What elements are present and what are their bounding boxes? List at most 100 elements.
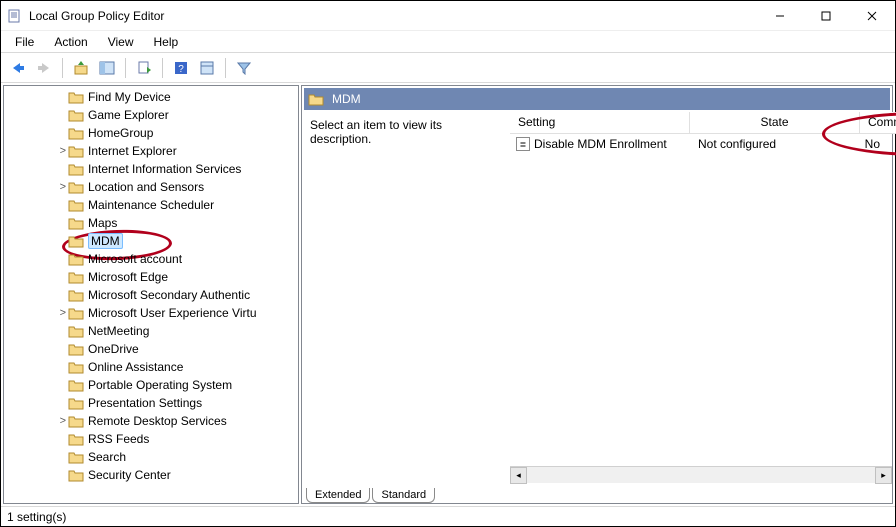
separator [62, 58, 63, 78]
tree-item-label: Microsoft Edge [88, 270, 168, 284]
tree-pane: Find My DeviceGame Explorer HomeGroup > Int… [3, 85, 299, 504]
view-tabs: Extended Standard [302, 483, 892, 503]
help-button[interactable]: ? [170, 57, 192, 79]
folder-icon [68, 288, 84, 302]
tree-item[interactable]: Internet Information Services [4, 160, 298, 178]
tree-item[interactable]: HomeGroup [4, 124, 298, 142]
expander-icon[interactable]: > [4, 181, 68, 193]
show-hide-tree-button[interactable] [96, 57, 118, 79]
tree-item-label: MDM [88, 233, 123, 249]
separator [162, 58, 163, 78]
menu-file[interactable]: File [5, 33, 44, 51]
forward-button[interactable] [33, 57, 55, 79]
maximize-button[interactable] [803, 1, 849, 31]
toolbar: ? [1, 53, 895, 83]
tree-item[interactable]: MDM [4, 232, 298, 250]
setting-comment: No [860, 137, 892, 151]
folder-icon [68, 450, 84, 464]
folder-icon [68, 270, 84, 284]
tree-item-label: Location and Sensors [88, 180, 204, 194]
folder-icon [68, 396, 84, 410]
main-area: Find My DeviceGame Explorer HomeGroup > Int… [1, 83, 895, 506]
folder-icon [68, 252, 84, 266]
settings-list: Setting State Comm ≣Disable MDM Enrollme… [510, 112, 892, 483]
menu-help[interactable]: Help [144, 33, 189, 51]
tree-item[interactable]: Microsoft Secondary Authentic [4, 286, 298, 304]
folder-icon [68, 234, 84, 248]
tree-item[interactable]: NetMeeting [4, 322, 298, 340]
back-button[interactable] [7, 57, 29, 79]
folder-icon [68, 126, 84, 140]
details-header-label: MDM [332, 92, 361, 106]
filter-button[interactable] [233, 57, 255, 79]
folder-icon [68, 198, 84, 212]
column-state[interactable]: State [690, 112, 860, 134]
column-setting[interactable]: Setting [510, 112, 690, 134]
folder-icon [68, 360, 84, 374]
folder-icon [68, 414, 84, 428]
tree-item-label: Portable Operating System [88, 378, 232, 392]
tree-item[interactable]: >Remote Desktop Services [4, 412, 298, 430]
tree-item[interactable]: Portable Operating System [4, 376, 298, 394]
scroll-left-button[interactable]: ◂ [510, 467, 527, 484]
tree-item[interactable]: Online Assistance [4, 358, 298, 376]
separator [225, 58, 226, 78]
tree-item[interactable]: > Internet Explorer [4, 142, 298, 160]
expander-icon[interactable]: > [4, 415, 68, 427]
setting-name: Disable MDM Enrollment [534, 137, 667, 151]
tree-item[interactable]: RSS Feeds [4, 430, 298, 448]
expander-icon[interactable]: > [4, 145, 68, 157]
tree-item[interactable]: Microsoft account [4, 250, 298, 268]
menu-view[interactable]: View [98, 33, 144, 51]
tree-item-label: Internet Information Services [88, 162, 241, 176]
tree-item[interactable]: Maps [4, 214, 298, 232]
tree-item[interactable]: Search [4, 448, 298, 466]
close-button[interactable] [849, 1, 895, 31]
tree-item-label: NetMeeting [88, 324, 149, 338]
folder-icon [68, 162, 84, 176]
properties-button[interactable] [196, 57, 218, 79]
tree-item[interactable]: > Microsoft User Experience Virtu [4, 304, 298, 322]
policy-icon: ≣ [516, 137, 530, 151]
folder-icon [68, 108, 84, 122]
tree-scrollable[interactable]: Find My DeviceGame Explorer HomeGroup > Int… [4, 86, 298, 503]
tab-extended[interactable]: Extended [306, 488, 370, 503]
separator [125, 58, 126, 78]
tree-item[interactable]: OneDrive [4, 340, 298, 358]
tree-item[interactable]: Find My Device [4, 88, 298, 106]
tree-item-label: HomeGroup [88, 126, 153, 140]
svg-text:?: ? [178, 64, 184, 75]
expander-icon[interactable]: > [4, 307, 68, 319]
folder-icon [68, 216, 84, 230]
folder-icon [68, 468, 84, 482]
folder-icon [68, 306, 84, 320]
up-level-button[interactable] [70, 57, 92, 79]
horizontal-scrollbar[interactable]: ◂ ▸ [510, 466, 892, 483]
tree-item-label: Microsoft User Experience Virtu [88, 306, 257, 320]
tree-item[interactable]: Security Center [4, 466, 298, 484]
tree-item[interactable]: > Location and Sensors [4, 178, 298, 196]
minimize-button[interactable] [757, 1, 803, 31]
menu-action[interactable]: Action [44, 33, 97, 51]
scroll-right-button[interactable]: ▸ [875, 467, 892, 484]
tree-item-label: Internet Explorer [88, 144, 177, 158]
folder-icon [68, 342, 84, 356]
tree-item[interactable]: Presentation Settings [4, 394, 298, 412]
status-bar: 1 setting(s) [1, 506, 895, 526]
setting-state: Not configured [690, 137, 860, 151]
tree-item[interactable]: Maintenance Scheduler [4, 196, 298, 214]
column-comment[interactable]: Comm [860, 112, 896, 134]
app-icon [7, 8, 23, 24]
folder-icon [68, 180, 84, 194]
tree-item-label: Maintenance Scheduler [88, 198, 214, 212]
setting-row[interactable]: ≣ Disable MDM Enrollment Not configuredNo [510, 134, 892, 154]
tab-standard[interactable]: Standard [372, 488, 435, 503]
tree-item[interactable]: Game Explorer [4, 106, 298, 124]
menu-bar: File Action View Help [1, 31, 895, 53]
window-title: Local Group Policy Editor [29, 9, 757, 23]
export-list-button[interactable] [133, 57, 155, 79]
tree-item[interactable]: Microsoft Edge [4, 268, 298, 286]
folder-icon [68, 432, 84, 446]
list-rows[interactable]: ≣ Disable MDM Enrollment Not configuredNo [510, 134, 892, 466]
folder-icon [68, 144, 84, 158]
